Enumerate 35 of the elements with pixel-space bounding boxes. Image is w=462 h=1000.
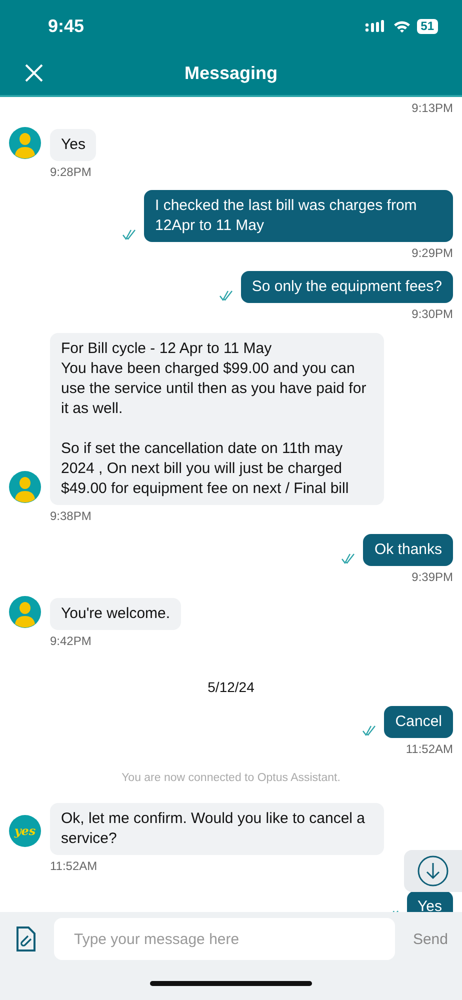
message-bubble: Yes <box>50 129 96 161</box>
message-bubble: Yes <box>406 891 453 912</box>
wifi-icon <box>392 20 411 32</box>
date-label: 5/12/24 <box>208 679 254 695</box>
status-time: 9:45 <box>48 16 84 36</box>
message-bubble: Ok, let me confirm. Would you like to cancel a service? <box>50 803 384 855</box>
message-time: 9:39PM <box>412 570 453 584</box>
screen-title: Messaging <box>184 63 278 84</box>
message-input[interactable]: Type your message here <box>54 918 395 960</box>
message-time: 9:29PM <box>412 246 453 260</box>
message-bubble: For Bill cycle - 12 Apr to 11 May You have been charged $99.00 and you can use the service until then as you have paid for it as well. So if set the cancellation date on 11th may 2024 , On next bill you will just be charged $49.00 for equipment fee on next / Final bill <box>50 333 384 505</box>
message-time: 9:28PM <box>50 165 92 179</box>
system-notice: You are now connected to Optus Assistant. <box>122 772 340 784</box>
message-time: 9:13PM <box>412 101 453 115</box>
message-bubble: I checked the last bill was charges from 12Apr to 11 May <box>144 190 453 242</box>
message-time: 9:38PM <box>50 509 92 523</box>
person-avatar <box>9 596 41 628</box>
message-time: 9:30PM <box>412 307 453 321</box>
attachment-icon[interactable] <box>16 926 36 952</box>
battery-level: 51 <box>416 18 438 34</box>
arrow-down-icon <box>417 855 449 887</box>
message-time: 9:42PM <box>50 634 92 648</box>
message-bubble: So only the equipment fees? <box>240 271 453 303</box>
message-bubble: Ok thanks <box>363 534 453 566</box>
message-bubble: Cancel <box>384 706 453 738</box>
person-avatar <box>9 127 41 159</box>
signal-icon <box>364 20 387 32</box>
message-time: 11:52AM <box>50 859 98 873</box>
scroll-down-button[interactable] <box>404 850 462 892</box>
message-time: 11:52AM <box>406 742 453 756</box>
brand-avatar: yes <box>9 815 41 847</box>
send-button[interactable]: Send <box>412 930 448 948</box>
message-bubble: You're welcome. <box>50 598 182 630</box>
close-icon[interactable] <box>24 63 44 83</box>
person-avatar <box>9 471 41 503</box>
